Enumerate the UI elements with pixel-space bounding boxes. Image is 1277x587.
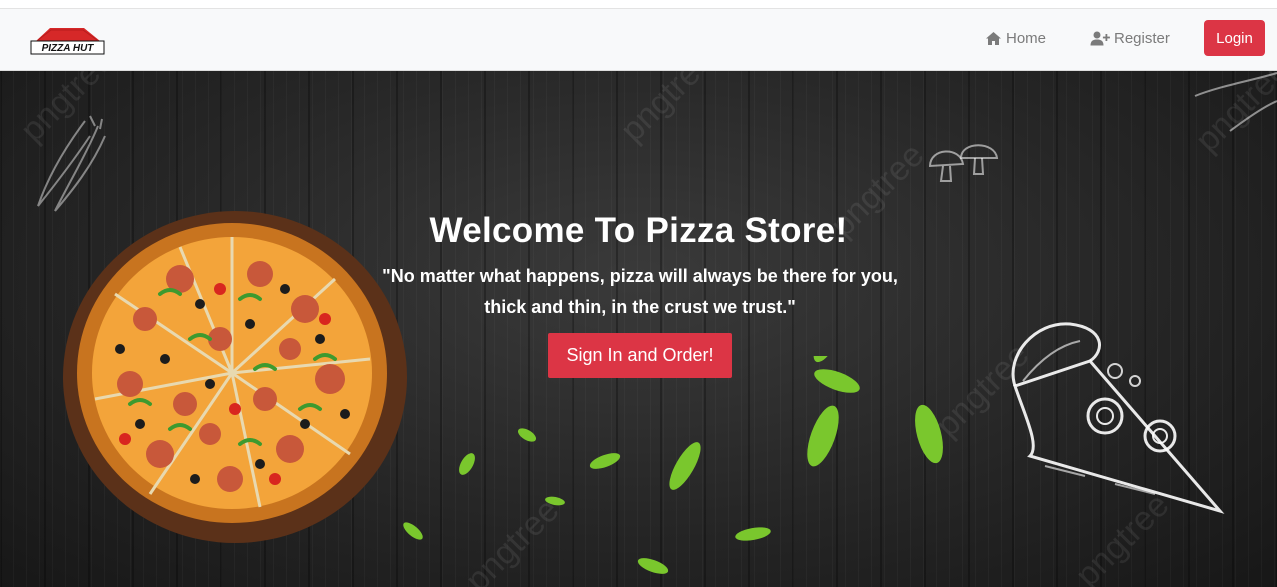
sauce-sketch-icon [1194, 72, 1277, 132]
hero-title: Welcome To Pizza Store! [429, 211, 848, 250]
hero-section: pngtree pngtree pngtree pngtree pngtree … [0, 71, 1277, 587]
svg-text:PIZZA HUT: PIZZA HUT [42, 43, 95, 54]
chili-sketch-icon [37, 115, 106, 212]
nav-register-link[interactable]: Register [1090, 30, 1170, 47]
nav-register-label: Register [1114, 30, 1170, 47]
sign-in-order-button[interactable]: Sign In and Order! [548, 333, 732, 378]
pizza-hut-logo[interactable]: PIZZA HUT [28, 23, 106, 59]
mushroom-sketch-icon [928, 144, 999, 182]
top-strip [0, 0, 1277, 9]
basil-leaves-image [403, 356, 943, 574]
user-plus-icon [1090, 31, 1110, 46]
watermark-text: pngtree [613, 71, 722, 150]
navbar: PIZZA HUT Home Register Login [0, 9, 1277, 71]
home-icon [985, 31, 1002, 46]
hero-quote: "No matter what happens, pizza will alwa… [382, 266, 898, 317]
nav-home-link[interactable]: Home [985, 30, 1046, 47]
nav-home-label: Home [1006, 30, 1047, 47]
pizza-slice-sketch-icon [1011, 322, 1225, 514]
pizza-image [63, 211, 407, 543]
login-button[interactable]: Login [1204, 20, 1265, 56]
